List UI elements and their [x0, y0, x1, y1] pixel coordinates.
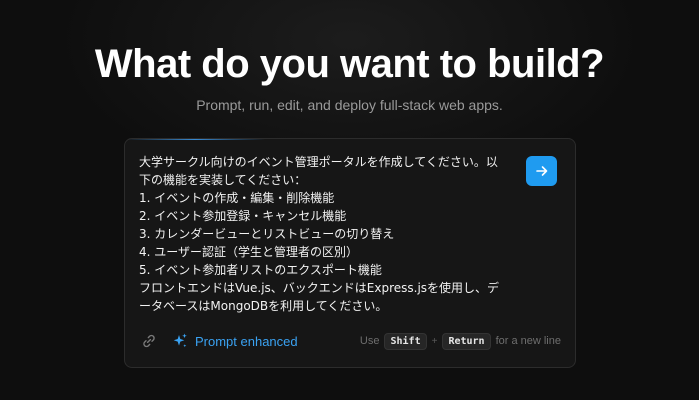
prompt-enhance-button[interactable]: Prompt enhanced [171, 332, 298, 350]
shift-key: Shift [384, 332, 427, 350]
hint-use-text: Use [359, 335, 380, 347]
prompt-footer: Prompt enhanced Use Shift + Return for a… [139, 329, 561, 353]
newline-hint: Use Shift + Return for a new line [359, 332, 561, 350]
attach-link-button[interactable] [139, 331, 159, 351]
hint-plus: + [431, 335, 438, 347]
page-subtitle: Prompt, run, edit, and deploy full-stack… [196, 97, 503, 113]
hint-suffix-text: for a new line [495, 335, 561, 347]
prompt-enhanced-label: Prompt enhanced [195, 333, 298, 349]
link-icon [143, 334, 155, 348]
return-key: Return [442, 332, 491, 350]
prompt-input[interactable]: 大学サークル向けのイベント管理ポータルを作成してください。以 下の機能を実装して… [139, 153, 519, 315]
sparkles-icon [173, 333, 187, 348]
send-button[interactable] [526, 156, 557, 186]
arrow-right-icon [535, 166, 547, 176]
page-title: What do you want to build? [94, 42, 605, 86]
card-glow-accent [125, 139, 265, 140]
prompt-card: 大学サークル向けのイベント管理ポータルを作成してください。以 下の機能を実装して… [124, 138, 576, 368]
